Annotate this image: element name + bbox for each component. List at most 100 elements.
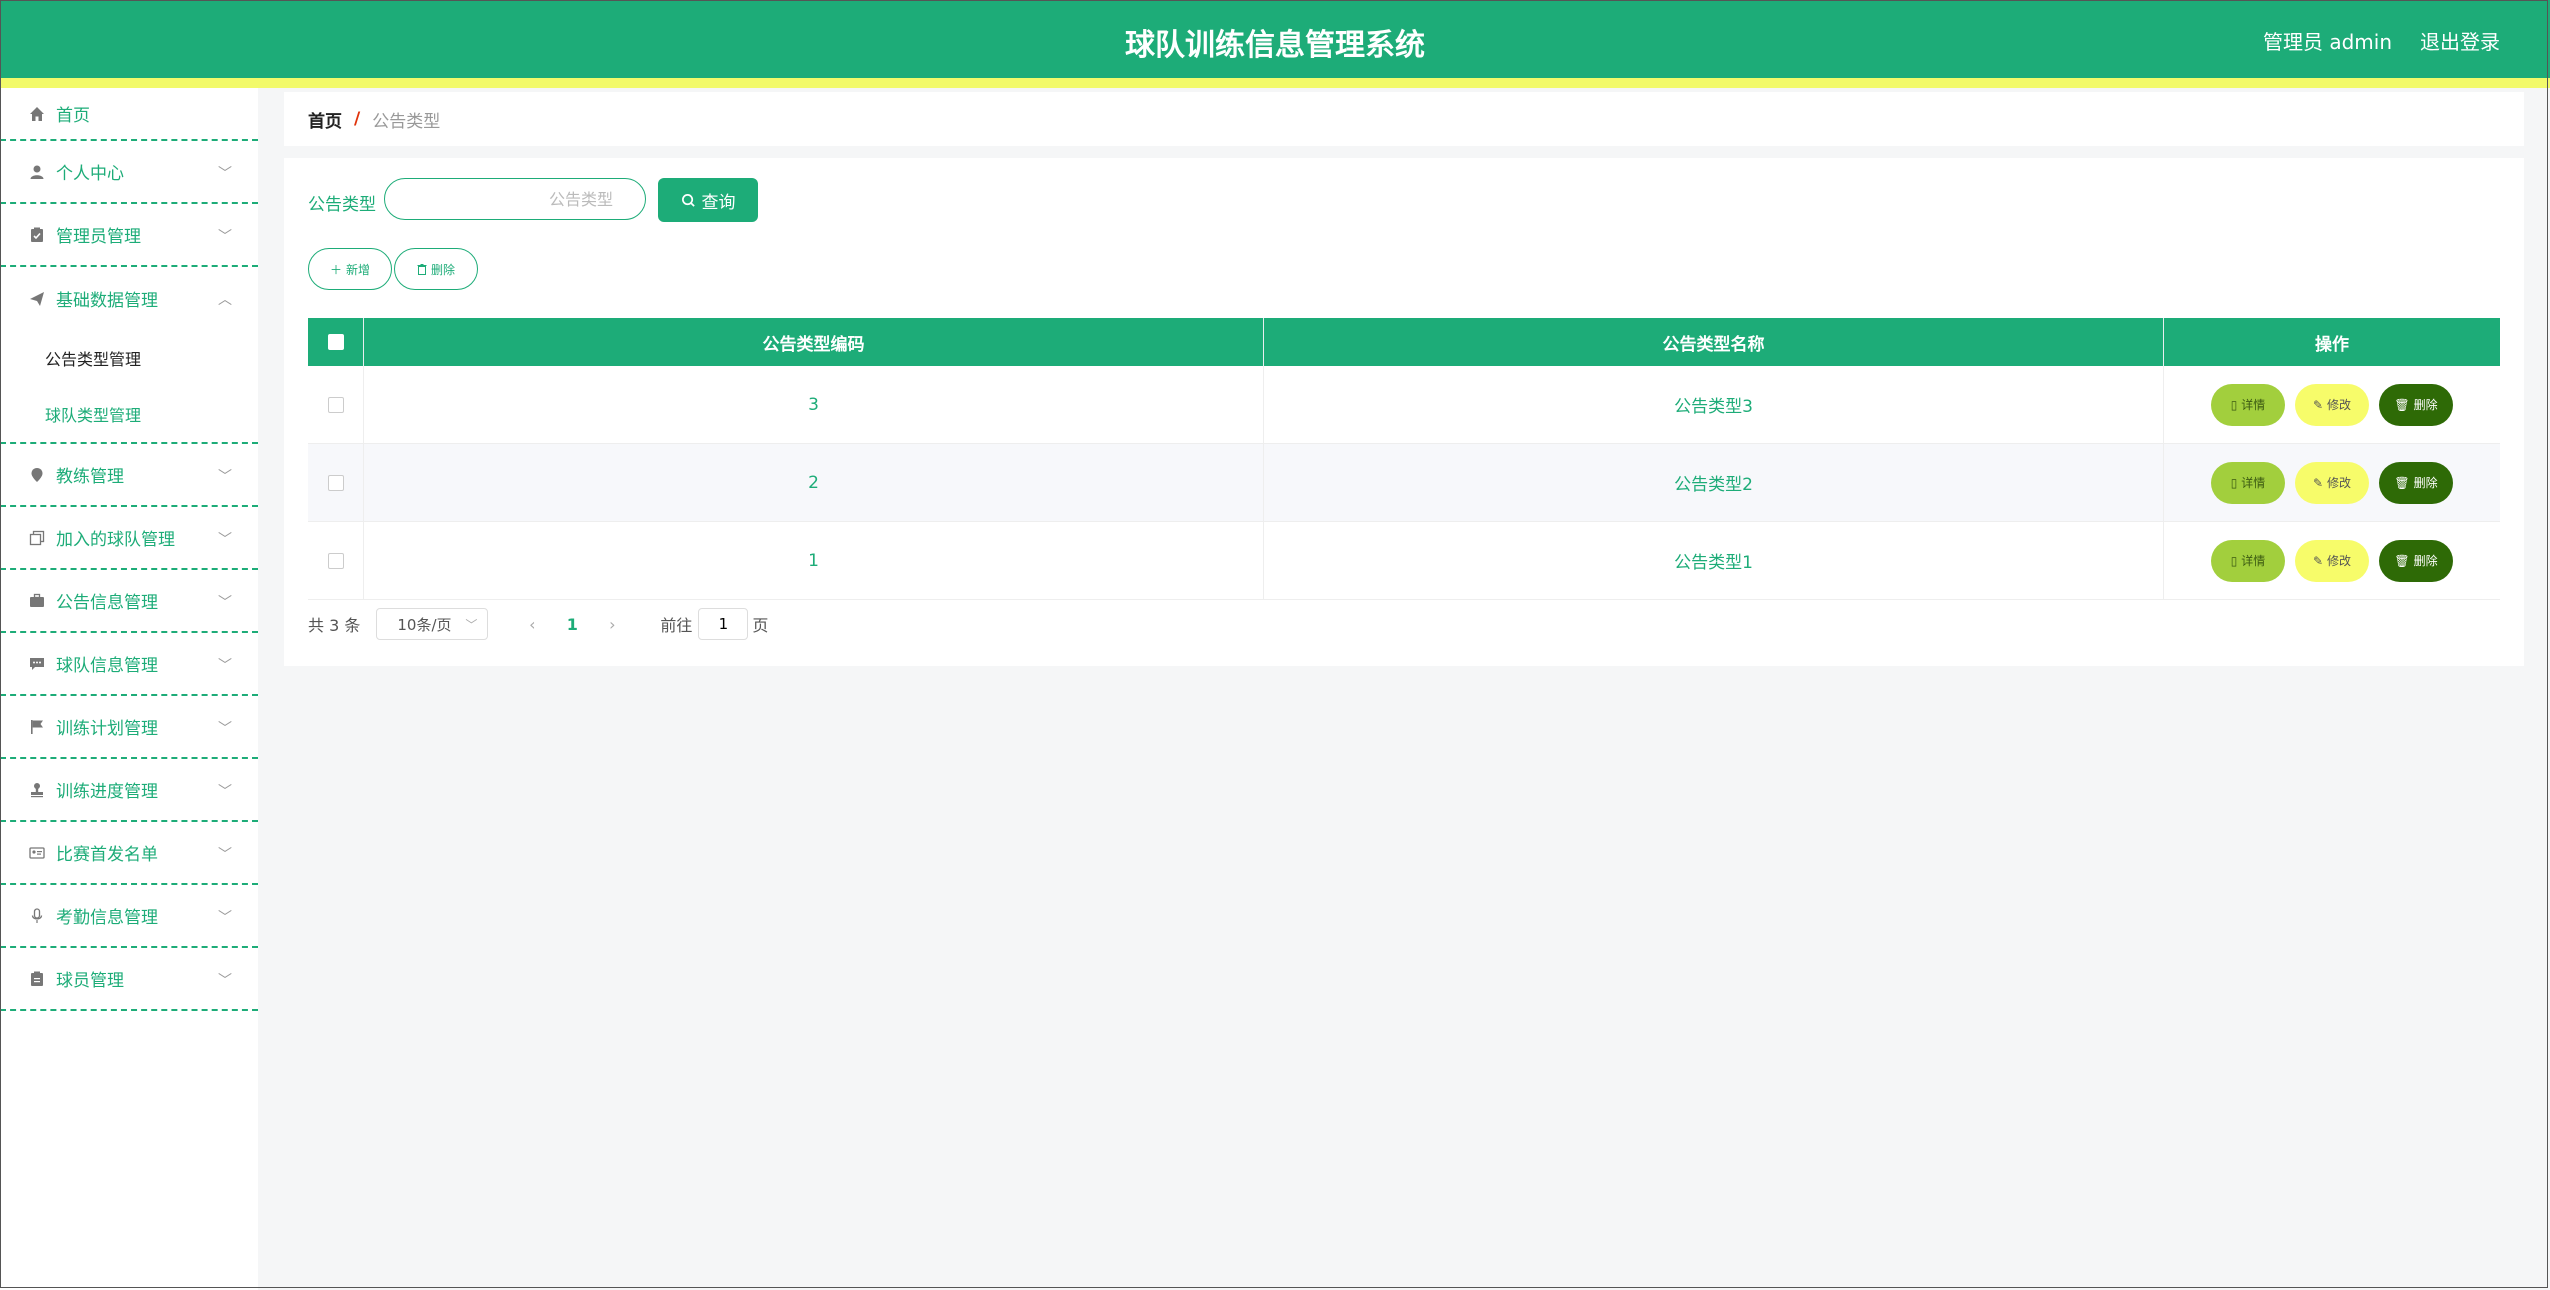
prev-page-button[interactable]: ‹: [512, 615, 552, 634]
table-header: 公告类型编码 公告类型名称 操作: [308, 318, 2500, 366]
sidebar-item-label: 球员管理: [56, 971, 124, 991]
microphone-icon: [28, 907, 46, 925]
sidebar-item-home[interactable]: 首页: [0, 88, 258, 141]
row-delete-button[interactable]: 🗑 删除: [2379, 383, 2453, 426]
home-icon: [28, 105, 46, 123]
sidebar-item-basic-data[interactable]: 基础数据管理 ︿: [0, 267, 258, 330]
column-header-code: 公告类型编码: [364, 318, 1264, 366]
sidebar-item-label: 训练进度管理: [56, 782, 158, 802]
chevron-down-icon: ﹀: [218, 229, 232, 245]
pagination-total: 共 3 条: [308, 616, 361, 635]
cell-code: 3: [364, 366, 1264, 443]
breadcrumb-home[interactable]: 首页: [308, 107, 342, 132]
sidebar-item-joined-teams[interactable]: 加入的球队管理 ﹀: [0, 507, 258, 570]
add-button[interactable]: ＋ 新增: [308, 248, 392, 290]
edit-button[interactable]: ✎ 修改: [2295, 539, 2369, 582]
row-check-cell: [308, 522, 364, 599]
doc-icon: ▯: [2230, 475, 2238, 490]
sidebar-item-coach-management[interactable]: 教练管理 ﹀: [0, 444, 258, 507]
detail-label: 详情: [2241, 398, 2266, 412]
search-input[interactable]: [384, 178, 646, 220]
sidebar-item-admin-management[interactable]: 管理员管理 ﹀: [0, 204, 258, 267]
detail-label: 详情: [2241, 554, 2266, 568]
trash-icon: 🗑: [2394, 553, 2410, 568]
edit-label: 修改: [2327, 398, 2352, 412]
doc-icon: ▯: [2230, 397, 2238, 412]
clipboard-list-icon: [28, 970, 46, 988]
sidebar-item-starting-lineup[interactable]: 比赛首发名单 ﹀: [0, 822, 258, 885]
detail-button[interactable]: ▯ 详情: [2211, 539, 2285, 582]
chevron-down-icon: ﹀: [218, 532, 232, 548]
detail-button[interactable]: ▯ 详情: [2211, 383, 2285, 426]
sidebar-item-attendance[interactable]: 考勤信息管理 ﹀: [0, 885, 258, 948]
next-page-button[interactable]: ›: [592, 615, 632, 634]
sidebar-item-team-info[interactable]: 球队信息管理 ﹀: [0, 633, 258, 696]
briefcase-icon: [28, 592, 46, 610]
page-number[interactable]: 1: [552, 615, 592, 634]
pencil-icon: ✎: [2312, 475, 2324, 490]
column-header-actions: 操作: [2315, 334, 2349, 355]
sidebar-item-training-plan[interactable]: 训练计划管理 ﹀: [0, 696, 258, 759]
table-row: 3 公告类型3 ▯ 详情 ✎ 修改 🗑 删除: [308, 366, 2500, 444]
cell-actions: ▯ 详情 ✎ 修改 🗑 删除: [2164, 522, 2500, 599]
logout-button[interactable]: 退出登录: [2420, 26, 2500, 55]
chevron-down-icon: ﹀: [218, 721, 232, 737]
user-icon: [28, 163, 46, 181]
search-button[interactable]: 查询: [658, 178, 758, 222]
breadcrumb-current: 公告类型: [372, 111, 441, 132]
cell-actions: ▯ 详情 ✎ 修改 🗑 删除: [2164, 366, 2500, 443]
row-delete-button[interactable]: 🗑 删除: [2379, 539, 2453, 582]
sidebar-item-label: 比赛首发名单: [56, 845, 158, 865]
delete-button[interactable]: 删除: [394, 248, 478, 290]
trash-icon: 🗑: [2394, 475, 2410, 490]
goto-page-input[interactable]: [698, 608, 749, 640]
delete-label: 删除: [2413, 398, 2438, 412]
chat-icon: [28, 655, 46, 673]
admin-user-label[interactable]: 管理员 admin: [2263, 26, 2392, 55]
chevron-down-icon: ﹀: [218, 469, 232, 485]
row-checkbox[interactable]: [327, 474, 344, 491]
stamp-icon: [28, 781, 46, 799]
chevron-down-icon: ﹀: [218, 595, 232, 611]
breadcrumb: 首页 / 公告类型: [284, 92, 2524, 146]
pagination: 共 3 条 10条/页 ﹀ ‹ 1 › 前往 页: [308, 608, 768, 640]
pencil-icon: ✎: [2312, 553, 2324, 568]
detail-button[interactable]: ▯ 详情: [2211, 461, 2285, 504]
chevron-down-icon: ﹀: [465, 617, 478, 632]
trash-icon: [417, 263, 427, 275]
sidebar-item-label: 基础数据管理: [56, 291, 158, 311]
pencil-icon: ✎: [2312, 397, 2324, 412]
sidebar-subitem-notice-type[interactable]: 公告类型管理: [0, 330, 258, 386]
trash-icon: 🗑: [2394, 397, 2410, 412]
plus-icon: ＋: [329, 262, 342, 277]
row-checkbox[interactable]: [327, 552, 344, 569]
app-header: 球队训练信息管理系统 管理员 admin 退出登录: [0, 0, 2550, 78]
row-check-cell: [308, 366, 364, 443]
row-checkbox[interactable]: [327, 396, 344, 413]
edit-label: 修改: [2327, 476, 2352, 490]
sidebar-item-player-management[interactable]: 球员管理 ﹀: [0, 948, 258, 1011]
cell-name: 公告类型3: [1264, 366, 2164, 443]
delete-label: 删除: [2413, 554, 2438, 568]
notice-type-table: 公告类型编码 公告类型名称 操作 3 公告类型3 ▯ 详情 ✎ 修改 🗑 删除 2 公…: [308, 318, 2500, 600]
sidebar-item-training-progress[interactable]: 训练进度管理 ﹀: [0, 759, 258, 822]
sidebar-item-label: 首页: [56, 106, 90, 126]
edit-button[interactable]: ✎ 修改: [2295, 383, 2369, 426]
chevron-down-icon: ﹀: [218, 910, 232, 926]
row-delete-button[interactable]: 🗑 删除: [2379, 461, 2453, 504]
sidebar-item-personal-center[interactable]: 个人中心 ﹀: [0, 141, 258, 204]
cell-code: 2: [364, 444, 1264, 521]
select-all-checkbox[interactable]: [327, 334, 344, 350]
page-size-select[interactable]: 10条/页 ﹀: [376, 608, 489, 640]
chevron-up-icon: ︿: [218, 292, 232, 308]
detail-label: 详情: [2241, 476, 2266, 490]
delete-button-label: 删除: [430, 262, 455, 277]
sidebar-subitem-team-type[interactable]: 球队类型管理: [0, 386, 258, 442]
select-all-cell: [308, 318, 364, 366]
sidebar-item-notice-info[interactable]: 公告信息管理 ﹀: [0, 570, 258, 633]
edit-button[interactable]: ✎ 修改: [2295, 461, 2369, 504]
sidebar-item-label: 个人中心: [56, 164, 124, 184]
table-row: 1 公告类型1 ▯ 详情 ✎ 修改 🗑 删除: [308, 522, 2500, 600]
chevron-down-icon: ﹀: [218, 973, 232, 989]
chevron-down-icon: ﹀: [218, 658, 232, 674]
